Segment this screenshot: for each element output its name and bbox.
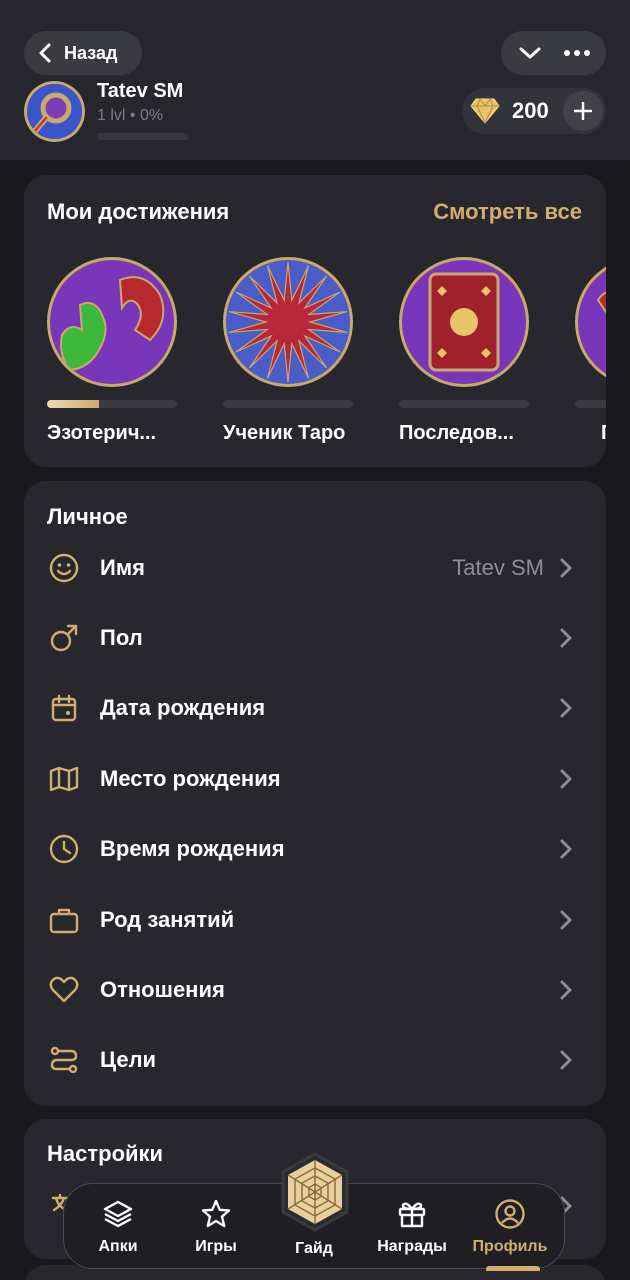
chevron-right-icon <box>556 1048 576 1072</box>
achievement-progress-fill <box>47 400 99 408</box>
row-name[interactable]: Имя Tatev SM <box>24 533 606 603</box>
avatar[interactable] <box>24 81 85 142</box>
row-occupation[interactable]: Род занятий <box>24 885 606 955</box>
nav-label: Профиль <box>472 1238 548 1255</box>
briefcase-icon <box>47 903 81 937</box>
diamond-icon <box>470 98 500 124</box>
personal-title: Личное <box>47 504 128 529</box>
achievement-badge <box>223 257 353 387</box>
gem-count: 200 <box>512 98 549 123</box>
gems-balance: 200 <box>462 88 606 134</box>
achievement-label: П <box>575 422 606 445</box>
settings-title: Настройки <box>47 1141 164 1166</box>
smile-icon <box>47 551 81 585</box>
heart-badge-icon <box>578 260 606 384</box>
tarot-card-badge-icon <box>402 260 526 384</box>
achievements-card: Мои достижения Смотреть все Эзотерич... <box>24 175 606 467</box>
bottom-navigation: Апки Игры Гайд Награды Профиль <box>63 1152 565 1271</box>
achievement-progress-bar <box>575 400 606 408</box>
nav-profile[interactable]: Профиль <box>470 1198 550 1256</box>
row-birth-place[interactable]: Место рождения <box>24 744 606 814</box>
route-icon <box>47 1043 81 1077</box>
level-progress-bar <box>97 133 189 140</box>
more-dots-icon <box>563 50 590 56</box>
strength-badge-icon <box>50 260 174 384</box>
achievement-item[interactable]: П <box>575 257 606 445</box>
nav-games[interactable]: Игры <box>176 1198 256 1256</box>
achievement-progress-bar <box>399 400 529 408</box>
web-hexagon-icon[interactable] <box>280 1152 350 1232</box>
row-label: Цели <box>100 1047 157 1072</box>
top-bar: Назад Tatev SM 1 lvl • 0% 200 <box>0 0 630 160</box>
magnifier-avatar-icon <box>27 84 82 139</box>
achievement-badge <box>399 257 529 387</box>
male-icon <box>47 621 81 655</box>
achievements-title: Мои достижения <box>47 199 230 224</box>
chevron-right-icon <box>556 626 576 650</box>
achievement-item[interactable]: Ученик Таро <box>223 257 353 445</box>
chevron-down-icon <box>519 47 541 59</box>
row-birth-date[interactable]: Дата рождения <box>24 673 606 743</box>
user-name: Tatev SM <box>97 80 184 102</box>
profile-icon <box>495 1199 525 1229</box>
row-label: Место рождения <box>100 766 281 791</box>
chevron-right-icon <box>556 556 576 580</box>
chevron-right-icon <box>556 696 576 720</box>
personal-card: Личное Имя Tatev SM Пол Дата рождения Ме… <box>24 481 606 1106</box>
achievement-progress-bar <box>47 400 177 408</box>
nav-rewards[interactable]: Награды <box>372 1198 452 1256</box>
calendar-icon <box>47 691 81 725</box>
top-actions <box>501 31 606 75</box>
row-gender[interactable]: Пол <box>24 603 606 673</box>
chevron-right-icon <box>556 978 576 1002</box>
active-tab-indicator <box>486 1266 540 1271</box>
more-button[interactable] <box>557 33 597 73</box>
achievement-label: Последов... <box>399 422 514 444</box>
layers-icon <box>103 1200 133 1228</box>
achievement-item[interactable]: Эзотерич... <box>47 257 177 445</box>
star-burst-badge-icon <box>226 260 350 384</box>
row-label: Имя <box>100 555 145 580</box>
achievement-label: Эзотерич... <box>47 422 157 444</box>
row-label: Род занятий <box>100 907 235 932</box>
chevron-right-icon <box>556 767 576 791</box>
nav-label: Апки <box>98 1238 138 1255</box>
row-label: Пол <box>100 625 143 650</box>
row-value: Tatev SM <box>452 555 544 580</box>
back-label: Назад <box>64 42 118 63</box>
achievement-item[interactable]: Последов... <box>399 257 529 445</box>
row-label: Отношения <box>100 977 225 1002</box>
row-label: Дата рождения <box>100 695 266 720</box>
plus-icon <box>574 102 592 120</box>
see-all-link[interactable]: Смотреть все <box>433 199 582 225</box>
nav-apps[interactable]: Апки <box>78 1198 158 1256</box>
heart-icon <box>47 973 81 1007</box>
achievement-progress-bar <box>223 400 353 408</box>
chevron-left-icon <box>39 43 51 63</box>
chevron-right-icon <box>556 837 576 861</box>
collapse-button[interactable] <box>510 33 550 73</box>
clock-icon <box>47 832 81 866</box>
nav-label: Игры <box>195 1238 237 1255</box>
chevron-right-icon <box>556 908 576 932</box>
gift-icon <box>398 1202 426 1228</box>
achievement-badge <box>575 257 606 387</box>
row-label: Время рождения <box>100 836 285 861</box>
star-icon <box>201 1199 231 1228</box>
row-relationships[interactable]: Отношения <box>24 955 606 1025</box>
add-gems-button[interactable] <box>563 91 603 131</box>
nav-guide-label[interactable]: Гайд <box>274 1240 354 1258</box>
back-button[interactable]: Назад <box>24 31 142 75</box>
achievement-label: Ученик Таро <box>223 422 346 444</box>
user-level: 1 lvl • 0% <box>97 107 164 124</box>
map-icon <box>47 762 81 796</box>
nav-label: Награды <box>377 1238 447 1255</box>
achievement-badge <box>47 257 177 387</box>
row-birth-time[interactable]: Время рождения <box>24 814 606 884</box>
row-goals[interactable]: Цели <box>24 1025 606 1095</box>
